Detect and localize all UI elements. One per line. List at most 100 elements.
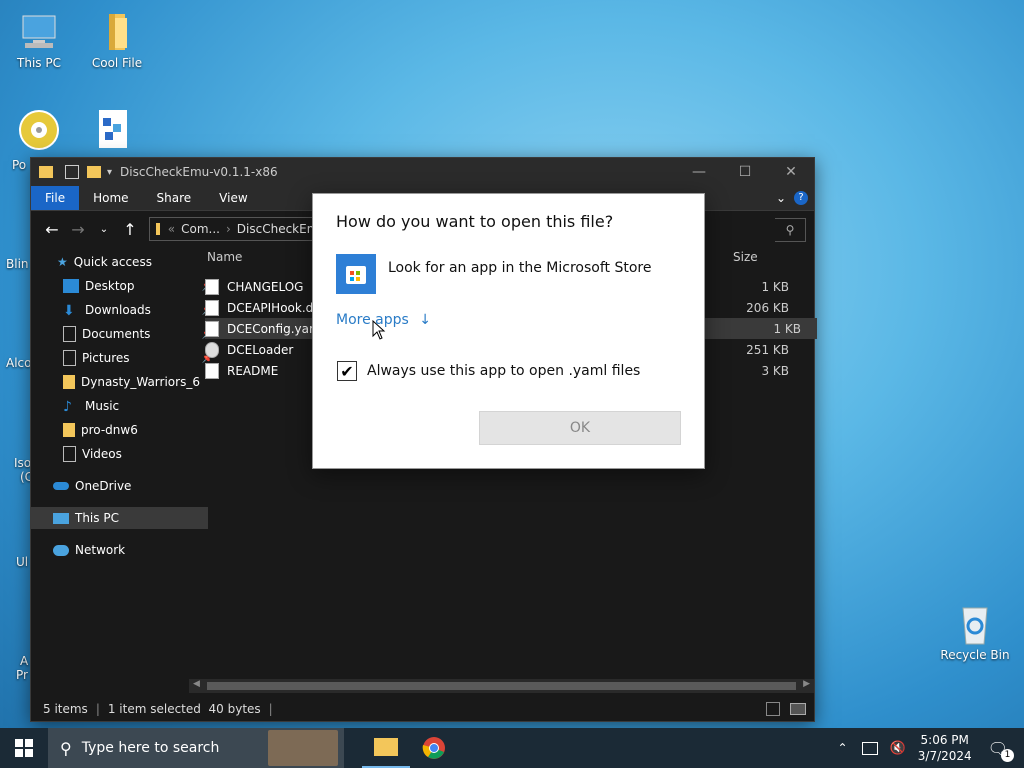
desktop-icon-cool-file[interactable]: Cool File <box>82 10 152 70</box>
column-header-size[interactable]: Size <box>733 250 758 264</box>
always-use-label: Always use this app to open .yaml files <box>367 363 641 379</box>
taskbar-file-explorer[interactable] <box>362 728 410 768</box>
chevron-down-icon[interactable]: ▾ <box>107 167 112 178</box>
clock-time: 5:06 PM <box>920 733 969 747</box>
dialog-title: How do you want to open this file? <box>336 212 614 231</box>
column-header-name[interactable]: Name <box>207 250 242 264</box>
scroll-right-icon[interactable]: ▶ <box>803 679 810 689</box>
tab-file[interactable]: File <box>31 186 80 210</box>
ok-button[interactable]: OK <box>479 411 681 445</box>
clock[interactable]: 5:06 PM 3/7/2024 <box>918 732 972 764</box>
divider: | <box>268 702 273 716</box>
system-tray: ⌃ 🔇 5:06 PM 3/7/2024 🗨 1 <box>830 728 1024 768</box>
address-bar[interactable]: « Com... › DiscCheckEmu <box>149 217 327 241</box>
folder-icon <box>63 423 75 437</box>
navigation-pane: ★ Quick access Desktop 📌 ⬇ Downloads 📌 D… <box>31 246 214 686</box>
text-file-icon <box>205 278 219 295</box>
network-icon <box>53 544 69 556</box>
sidebar-item-label: Videos <box>82 447 122 461</box>
forward-button[interactable]: → <box>65 220 91 239</box>
action-center-icon[interactable]: 🗨 1 <box>988 739 1014 762</box>
network-icon[interactable] <box>861 741 878 755</box>
minimize-button[interactable]: — <box>676 158 722 186</box>
folder-icon <box>95 10 139 54</box>
desktop-icon-this-pc[interactable]: This PC <box>4 10 74 70</box>
dll-file-icon <box>205 299 219 316</box>
sidebar-item-label: Dynasty_Warriors_6 <box>81 375 200 389</box>
search-icon: ⚲ <box>785 223 795 237</box>
desktop-icon-setup[interactable] <box>78 108 148 154</box>
file-explorer-icon <box>374 738 398 756</box>
scroll-left-icon[interactable]: ◀ <box>193 679 200 689</box>
up-button[interactable]: ↑ <box>117 220 143 239</box>
recent-locations-button[interactable]: ⌄ <box>91 224 117 235</box>
close-button[interactable]: ✕ <box>768 158 814 186</box>
back-button[interactable]: ← <box>39 220 65 239</box>
always-use-row[interactable]: ✔ Always use this app to open .yaml file… <box>337 361 640 381</box>
sidebar-item-quick-access[interactable]: ★ Quick access <box>31 251 212 273</box>
desktop-icon-recycle-bin[interactable]: Recycle Bin <box>940 602 1010 662</box>
file-size: 1 KB <box>761 279 789 294</box>
sidebar-item-network[interactable]: Network <box>31 539 208 561</box>
maximize-button[interactable]: ☐ <box>722 158 768 186</box>
window-title: DiscCheckEmu-v0.1.1-x86 <box>120 165 278 179</box>
start-button[interactable] <box>0 728 48 768</box>
tab-view[interactable]: View <box>205 186 261 210</box>
file-size: 1 KB <box>773 321 801 336</box>
desktop-icon-label: Cool File <box>91 56 143 70</box>
file-name: README <box>227 363 279 378</box>
cloud-icon <box>53 482 69 490</box>
sidebar-item-label: Pictures <box>82 351 130 365</box>
open-with-dialog: How do you want to open this file? Look … <box>312 193 705 469</box>
details-view-icon[interactable] <box>766 702 780 716</box>
chevron-up-icon[interactable]: ⌃ <box>838 741 848 755</box>
folder-icon <box>39 166 53 178</box>
sidebar-item-onedrive[interactable]: OneDrive <box>31 475 208 497</box>
title-bar[interactable]: ▾ DiscCheckEmu-v0.1.1-x86 — ☐ ✕ <box>31 158 814 186</box>
sidebar-item-label: Downloads <box>85 303 151 317</box>
desktop-icon-label: This PC <box>17 56 61 70</box>
taskbar-chrome[interactable] <box>410 728 458 768</box>
sidebar-item-label: Quick access <box>73 255 152 269</box>
arrow-down-icon: ↓ <box>419 312 431 328</box>
taskbar-search[interactable]: ⚲ Type here to search <box>48 728 344 768</box>
chevron-right-icon: › <box>225 222 231 236</box>
folder-icon <box>156 223 160 235</box>
search-box[interactable]: ⚲ <box>775 218 806 242</box>
always-use-checkbox[interactable]: ✔ <box>337 361 357 381</box>
sidebar-item-this-pc[interactable]: This PC <box>31 507 208 529</box>
file-size: 3 KB <box>761 363 789 378</box>
tab-home[interactable]: Home <box>79 186 142 210</box>
file-name: DCELoader <box>227 342 294 357</box>
new-folder-icon[interactable] <box>87 166 101 178</box>
desktop-icon-dvd[interactable] <box>4 108 74 154</box>
sidebar-item-label: Documents <box>82 327 151 341</box>
windows-icon <box>15 739 33 757</box>
breadcrumb-root[interactable]: Com... <box>181 222 220 236</box>
search-icon: ⚲ <box>60 738 72 758</box>
store-option[interactable]: Look for an app in the Microsoft Store <box>336 254 651 294</box>
computer-icon <box>53 512 69 524</box>
file-icon <box>205 320 219 337</box>
document-icon <box>63 326 76 342</box>
scrollbar-thumb[interactable] <box>207 682 796 690</box>
computer-icon <box>17 10 61 54</box>
chevron-down-icon[interactable]: ⌄ <box>776 191 786 205</box>
chrome-icon <box>422 737 445 759</box>
notification-badge: 1 <box>1001 748 1014 762</box>
volume-muted-icon[interactable]: 🔇 <box>890 741 906 756</box>
file-name: DCEAPIHook.dll <box>227 300 320 315</box>
large-icons-view-icon[interactable] <box>790 703 806 715</box>
tab-share[interactable]: Share <box>143 186 206 210</box>
microsoft-store-icon <box>336 254 376 294</box>
store-option-label: Look for an app in the Microsoft Store <box>388 260 652 276</box>
pictures-icon <box>63 350 76 366</box>
horizontal-scrollbar[interactable]: ◀ ▶ <box>189 679 814 693</box>
sidebar-item-label: pro-dnw6 <box>81 423 138 437</box>
search-highlight-image <box>268 730 338 766</box>
properties-icon[interactable] <box>65 165 79 179</box>
sidebar-item-label: Desktop <box>85 279 135 293</box>
disc-icon <box>17 108 61 152</box>
help-icon[interactable]: ? <box>794 191 808 205</box>
item-count: 5 items <box>43 702 88 716</box>
